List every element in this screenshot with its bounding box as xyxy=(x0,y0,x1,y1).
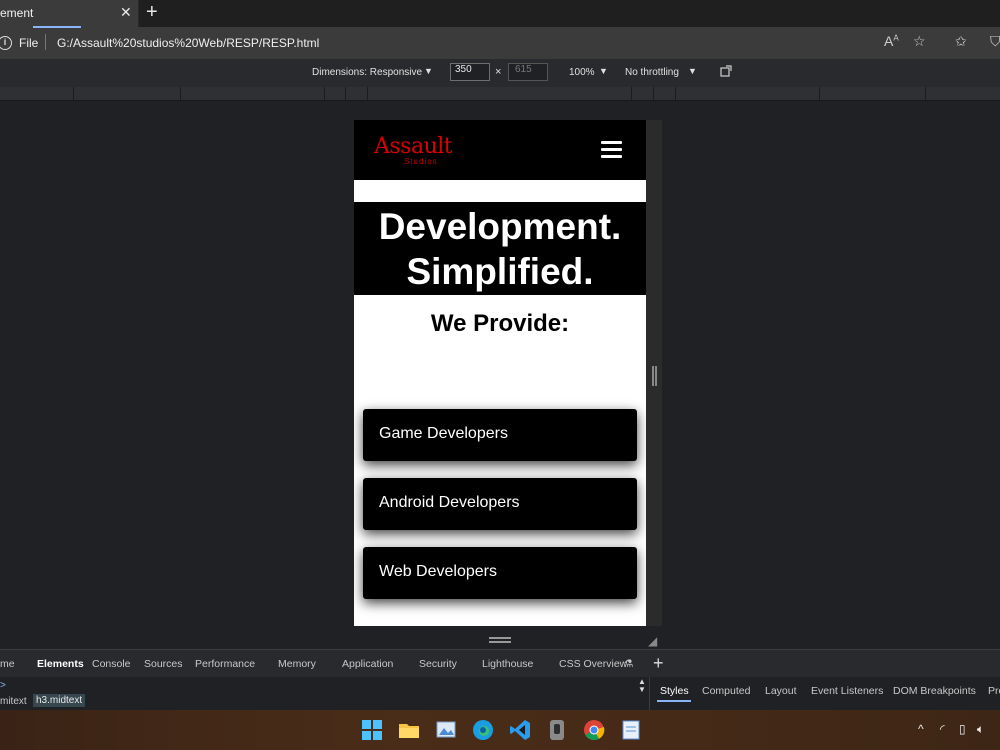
file-explorer-icon[interactable] xyxy=(397,718,421,742)
tab-security[interactable]: Security xyxy=(419,658,457,670)
service-card-game[interactable]: Game Developers xyxy=(363,409,637,461)
tab-title: ement xyxy=(0,6,34,20)
tab-application[interactable]: Application xyxy=(342,658,393,670)
tab-styles[interactable]: Styles xyxy=(660,685,689,697)
vscode-icon[interactable] xyxy=(508,718,532,742)
ruler-segment[interactable] xyxy=(181,87,325,100)
tab-elements[interactable]: Elements xyxy=(37,658,84,670)
throttling-select[interactable]: No throttling xyxy=(625,67,679,78)
windows-taskbar: ^ ◜ ▯ 🔈︎ xyxy=(0,710,1000,750)
service-card-label: Web Developers xyxy=(379,563,497,580)
ruler-segment[interactable] xyxy=(74,87,181,100)
emulated-page: Assault Studios Development. Simplified.… xyxy=(354,120,646,626)
ruler-segment[interactable] xyxy=(325,87,346,100)
services-heading: We Provide: xyxy=(430,310,570,337)
service-card-web[interactable]: Web Developers xyxy=(363,547,637,599)
dimensions-times: × xyxy=(495,66,502,78)
resize-handle-bottom[interactable] xyxy=(489,637,511,643)
app-launcher-icon[interactable] xyxy=(545,718,569,742)
browser-tab[interactable]: ement ✕ xyxy=(0,0,139,27)
service-card-android[interactable]: Android Developers xyxy=(363,478,637,530)
tab-event-listeners[interactable]: Event Listeners xyxy=(811,685,883,697)
zoom-select[interactable]: 100% xyxy=(569,67,595,78)
dimensions-select[interactable]: Dimensions: Responsive xyxy=(312,67,422,78)
notepad-icon[interactable] xyxy=(619,718,643,742)
info-icon[interactable]: i xyxy=(0,36,12,50)
hero-banner: Development. Simplified. xyxy=(354,202,646,295)
chrome-icon[interactable] xyxy=(582,718,606,742)
ruler-segment[interactable] xyxy=(0,87,74,100)
tab-layout[interactable]: Layout xyxy=(765,685,797,697)
dimensions-caret-icon[interactable]: ▼ xyxy=(424,66,433,76)
url-divider xyxy=(45,34,46,50)
breadcrumb-item-selected[interactable]: h3.midtext xyxy=(33,694,86,707)
tab-welcome[interactable]: me xyxy=(0,658,15,670)
tab-dom-breakpoints[interactable]: DOM Breakpoints xyxy=(893,685,976,697)
browser-essentials-icon[interactable]: ⛉ xyxy=(990,33,1000,50)
favorites-icon[interactable]: ✩ xyxy=(955,33,967,50)
resize-corner-icon[interactable]: ◢ xyxy=(648,634,657,648)
service-card-label: Game Developers xyxy=(379,425,508,442)
resize-handle-right[interactable] xyxy=(652,366,657,386)
read-aloud-icon[interactable]: AA xyxy=(884,33,899,49)
media-query-ruler[interactable] xyxy=(0,87,1000,101)
tab-console[interactable]: Console xyxy=(92,658,131,670)
active-tab-indicator xyxy=(33,26,81,28)
tab-performance[interactable]: Performance xyxy=(195,658,255,670)
add-tool-icon[interactable]: + xyxy=(653,653,664,674)
hamburger-menu-icon[interactable] xyxy=(601,141,622,158)
styles-tab-indicator xyxy=(657,700,691,702)
address-bar: i File G:/Assault%20studios%20Web/RESP/R… xyxy=(0,27,1000,59)
devtools-tab-bar: me Elements Console Sources Performance … xyxy=(0,649,1000,677)
ruler-segment[interactable] xyxy=(368,87,632,100)
tab-sources[interactable]: Sources xyxy=(144,658,183,670)
close-tab-icon[interactable]: ✕ xyxy=(120,4,132,21)
service-card-label: Android Developers xyxy=(379,494,520,511)
hero-title-line1: Development. xyxy=(378,206,622,247)
edge-browser-icon[interactable] xyxy=(471,718,495,742)
device-toolbar: Dimensions: Responsive ▼ 350 × 615 100% … xyxy=(0,59,1000,87)
browser-tab-strip: ement ✕ + xyxy=(0,0,1000,27)
styles-pane-tabs: Styles Computed Layout Event Listeners D… xyxy=(651,680,1000,702)
volume-icon[interactable]: 🔈︎ xyxy=(977,722,984,737)
new-tab-icon[interactable]: + xyxy=(146,1,158,23)
breadcrumb-item[interactable]: mitext xyxy=(0,696,27,707)
zoom-caret-icon[interactable]: ▼ xyxy=(599,66,608,76)
ruler-segment[interactable] xyxy=(676,87,820,100)
height-input[interactable]: 615 xyxy=(508,63,548,81)
ruler-segment[interactable] xyxy=(632,87,654,100)
url-input[interactable]: G:/Assault%20studios%20Web/RESP/RESP.htm… xyxy=(57,36,319,50)
hero-title-line2: Simplified. xyxy=(406,251,594,292)
tab-memory[interactable]: Memory xyxy=(278,658,316,670)
tab-computed[interactable]: Computed xyxy=(702,685,750,697)
scroll-arrows-icon[interactable]: ▲ ▼ xyxy=(638,678,646,694)
experiment-flask-icon: ⚗ xyxy=(624,658,634,670)
dom-tree-caret-icon[interactable]: > xyxy=(0,680,6,691)
ruler-segment[interactable] xyxy=(346,87,368,100)
width-input[interactable]: 350 xyxy=(450,63,490,81)
tray-overflow-icon[interactable]: ^ xyxy=(918,722,924,736)
photos-icon[interactable] xyxy=(434,718,458,742)
logo-subtitle: Studios xyxy=(404,157,438,166)
site-header: Assault Studios xyxy=(354,120,646,180)
wifi-icon[interactable]: ◜ xyxy=(940,722,945,736)
battery-icon[interactable]: ▯ xyxy=(959,722,966,736)
windows-start-icon[interactable] xyxy=(360,718,384,742)
add-favorite-icon[interactable]: ☆ xyxy=(913,33,926,50)
site-logo[interactable]: Assault Studios xyxy=(374,134,454,166)
rotate-icon[interactable] xyxy=(720,64,734,78)
throttling-caret-icon[interactable]: ▼ xyxy=(688,66,697,76)
tab-lighthouse[interactable]: Lighthouse xyxy=(482,658,533,670)
ruler-segment[interactable] xyxy=(654,87,676,100)
tab-css-overview[interactable]: CSS Overview xyxy=(559,658,627,670)
elements-breadcrumb: > mitext h3.midtext xyxy=(0,677,650,710)
tab-properties[interactable]: Pro xyxy=(988,685,1000,697)
ruler-segment[interactable] xyxy=(820,87,926,100)
url-scheme-label: File xyxy=(19,36,39,50)
